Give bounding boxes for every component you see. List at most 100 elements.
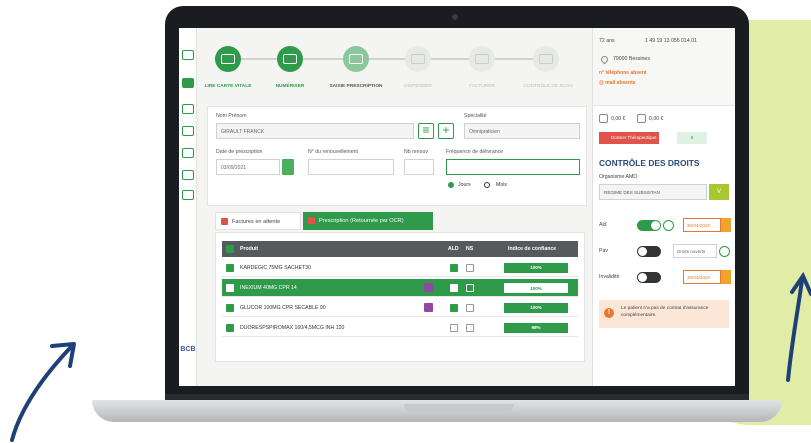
form-icon <box>349 54 363 64</box>
tab-label: Prescription (Retournée par OCR) <box>319 218 404 224</box>
col-ns: NS <box>466 246 474 252</box>
ald-label: Ald <box>599 222 607 228</box>
tab-label: Factures en attente <box>232 219 281 225</box>
stage: BCB LIRE CARTE VITALE NUMÉRISER SAISIE P… <box>0 0 811 443</box>
r-badge-icon <box>424 303 433 312</box>
frequency-label: Fréquence de délivrance <box>446 149 504 155</box>
confidence-value: 100% <box>504 283 568 293</box>
row-checkbox[interactable] <box>226 284 234 292</box>
amount-2: 0,00 € <box>649 116 664 122</box>
step-scan[interactable] <box>277 46 303 72</box>
renewal-label: N° du renouvellement <box>308 149 358 155</box>
prescriber-name-field[interactable]: GIRAULT FRANCK <box>216 123 414 139</box>
ns-checkbox[interactable] <box>466 264 474 272</box>
tab-prescription-ocr[interactable]: Prescription (Retournée par OCR) <box>303 212 433 230</box>
therapeutic-file-button[interactable]: Dossier Thérapeutique <box>599 132 659 144</box>
step-label: DISPENSER <box>404 84 432 89</box>
step-dispense[interactable] <box>405 46 431 72</box>
invalidite-date-field[interactable]: 30/04/2022 <box>683 270 721 284</box>
app-screen: BCB LIRE CARTE VITALE NUMÉRISER SAISIE P… <box>179 28 735 386</box>
product-name: GLUCOR 100MG CPR SECABLE 90 <box>240 305 326 311</box>
ald-checkbox[interactable] <box>450 284 458 292</box>
stethoscope-icon[interactable] <box>182 148 194 158</box>
radio-month-label: Mois <box>496 182 507 188</box>
laptop-lid: BCB LIRE CARTE VITALE NUMÉRISER SAISIE P… <box>165 6 749 404</box>
row-checkbox[interactable] <box>226 264 234 272</box>
renewal-select[interactable] <box>308 159 394 175</box>
home-icon[interactable] <box>182 78 194 88</box>
scan-icon[interactable] <box>182 50 194 60</box>
confidence-value: 100% <box>504 303 568 313</box>
frequency-field[interactable] <box>446 159 580 175</box>
table-row[interactable]: GLUCOR 100MG CPR SECABLE 90 100% <box>222 299 578 317</box>
specialty-field[interactable]: Omnipraticien <box>464 123 580 139</box>
bcb-logo: BCB <box>180 346 196 353</box>
carte-vitale-pill[interactable]: 0 <box>677 132 707 144</box>
info-box: ! Le patient n'a pas de contrat d'assura… <box>599 300 729 328</box>
select-all-checkbox[interactable] <box>226 245 234 253</box>
step-label: SAISIE PRESCRIPTION <box>329 84 383 89</box>
col-product: Produit <box>240 246 259 252</box>
invalidite-toggle[interactable] <box>637 272 661 283</box>
tabs: Factures en attente Prescription (Retour… <box>215 212 585 230</box>
name-label: Nom Prénom <box>216 113 247 119</box>
radio-days[interactable] <box>448 182 454 188</box>
pill-icon[interactable] <box>182 170 194 180</box>
r-badge-icon <box>424 283 433 292</box>
amo-field[interactable]: REGIME DES SUBSISTAN <box>599 184 707 200</box>
radio-month[interactable] <box>484 182 490 188</box>
step-invoice[interactable] <box>469 46 495 72</box>
prescription-date-field[interactable]: 03/09/2021 <box>216 159 280 175</box>
step-read-vitale-card[interactable] <box>215 46 241 72</box>
calendar-icon[interactable] <box>721 218 731 232</box>
date-label: Date de prescription <box>216 149 263 155</box>
location-pin-icon <box>599 54 610 65</box>
calendar-icon[interactable] <box>282 159 294 175</box>
products-table: Produit ALD NS Indice de confiance KARDE… <box>215 232 585 362</box>
renewals-count-field[interactable] <box>404 159 434 175</box>
prescriber-card: Nom Prénom GIRAULT FRANCK ≡ + Spécialité… <box>207 106 587 206</box>
confidence-value: 100% <box>504 263 568 273</box>
ald-checkbox[interactable] <box>450 264 458 272</box>
amo-validate-button[interactable]: V <box>709 184 729 200</box>
ald-checkbox[interactable] <box>450 324 458 332</box>
table-row[interactable]: KARDEGIC 75MG SACHET30 100% <box>222 259 578 277</box>
row-checkbox[interactable] <box>226 304 234 312</box>
calendar-icon[interactable] <box>721 270 731 284</box>
ns-checkbox[interactable] <box>466 324 474 332</box>
table-row[interactable]: DUORESPSPIROMAX 160/4,5MCG INH 120 98% <box>222 319 578 337</box>
product-name: INEXIUM 40MG CPR 14 <box>240 285 297 291</box>
amount-1: 0,00 € <box>611 116 626 122</box>
col-ald: ALD <box>448 246 459 252</box>
arrow-decoration-right <box>786 271 811 382</box>
user-icon[interactable] <box>182 104 194 114</box>
patient-panel: 72 ans 1 49 19 13 055 014 01 79000 Bessi… <box>592 28 735 386</box>
ns-checkbox[interactable] <box>466 284 474 292</box>
row-checkbox[interactable] <box>226 324 234 332</box>
list-button[interactable]: ≡ <box>418 123 434 139</box>
camera-icon[interactable] <box>182 190 194 200</box>
document-icon[interactable] <box>182 126 194 136</box>
mail-missing: @ mail absente <box>599 80 636 86</box>
step-label: FACTURER <box>469 84 495 89</box>
confidence-value: 98% <box>504 323 568 333</box>
pav-toggle[interactable] <box>637 246 661 257</box>
table-row[interactable]: INEXIUM 40MG CPR 14 100% <box>222 279 578 297</box>
left-nav-bar: BCB <box>179 28 197 386</box>
tab-invoices-pending[interactable]: Factures en attente <box>215 212 301 230</box>
patient-address: 79000 Bessines <box>613 56 650 62</box>
info-text: Le patient n'a pas de contrat d'assuranc… <box>621 306 709 318</box>
add-button[interactable]: + <box>438 123 454 139</box>
product-name: KARDEGIC 75MG SACHET30 <box>240 265 311 271</box>
ald-checkbox[interactable] <box>450 304 458 312</box>
ns-checkbox[interactable] <box>466 304 474 312</box>
main-area: LIRE CARTE VITALE NUMÉRISER SAISIE PRESC… <box>197 28 592 386</box>
step-prescription-entry[interactable] <box>343 46 369 72</box>
badge-icon <box>221 218 228 225</box>
step-scan-check[interactable] <box>533 46 559 72</box>
ald-toggle[interactable] <box>637 220 661 231</box>
step-connector <box>369 58 405 60</box>
scan-icon <box>283 54 297 64</box>
toggle-knob <box>638 247 647 256</box>
ald-date-field[interactable]: 30/04/2022 <box>683 218 721 232</box>
